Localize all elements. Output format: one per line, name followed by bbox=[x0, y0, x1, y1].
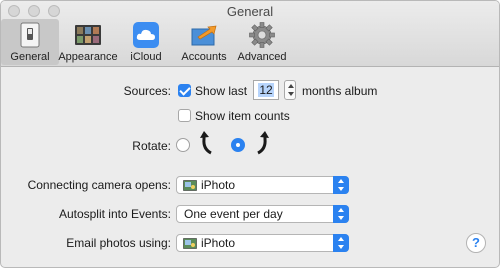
window-title: General bbox=[226, 4, 274, 19]
tab-icloud[interactable]: iCloud bbox=[117, 19, 175, 65]
autosplit-popup[interactable]: One event per day bbox=[176, 205, 349, 223]
help-button[interactable]: ? bbox=[466, 233, 486, 253]
icloud-icon bbox=[132, 21, 160, 49]
popup-arrows-icon bbox=[333, 176, 349, 194]
months-stepper[interactable] bbox=[284, 80, 296, 100]
months-count-field[interactable]: 12 bbox=[253, 80, 279, 100]
rotate-counterclockwise-icon bbox=[199, 129, 215, 158]
tab-general-label: General bbox=[10, 51, 50, 63]
email-photos-value: iPhoto bbox=[201, 236, 236, 250]
show-item-counts-label: Show item counts bbox=[195, 109, 290, 123]
camera-opens-popup[interactable]: iPhoto bbox=[176, 176, 349, 194]
iphoto-icon bbox=[183, 179, 197, 191]
tab-appearance-label: Appearance bbox=[58, 51, 118, 63]
tab-accounts-label: Accounts bbox=[181, 51, 227, 63]
accounts-icon bbox=[190, 21, 218, 49]
months-album-label: months album bbox=[302, 84, 378, 98]
iphoto-icon bbox=[183, 237, 197, 249]
preferences-toolbar: General Appearance iCloud Accounts Advan… bbox=[1, 19, 291, 67]
tab-advanced[interactable]: Advanced bbox=[233, 19, 291, 65]
sources-label: Sources: bbox=[123, 84, 171, 98]
show-last-label: Show last bbox=[195, 84, 248, 98]
tab-general[interactable]: General bbox=[1, 19, 59, 65]
autosplit-value: One event per day bbox=[184, 207, 283, 221]
general-switch-icon bbox=[16, 21, 44, 49]
tab-advanced-label: Advanced bbox=[237, 51, 287, 63]
rotate-label: Rotate: bbox=[132, 139, 171, 153]
tab-icloud-label: iCloud bbox=[130, 51, 162, 63]
title-toolbar-area: General General Appearance iCloud Accoun… bbox=[1, 1, 499, 67]
rotate-counterclockwise-radio[interactable] bbox=[176, 138, 190, 152]
rotate-clockwise-icon bbox=[254, 129, 270, 158]
email-photos-popup[interactable]: iPhoto bbox=[176, 234, 349, 252]
popup-arrows-icon bbox=[333, 234, 349, 252]
gear-icon bbox=[248, 21, 276, 49]
autosplit-label: Autosplit into Events: bbox=[58, 207, 171, 221]
tab-accounts[interactable]: Accounts bbox=[175, 19, 233, 65]
show-last-checkbox[interactable] bbox=[178, 84, 191, 97]
camera-opens-label: Connecting camera opens: bbox=[27, 178, 171, 192]
rotate-clockwise-radio[interactable] bbox=[231, 138, 245, 152]
camera-opens-value: iPhoto bbox=[201, 178, 236, 192]
show-item-counts-checkbox[interactable] bbox=[178, 109, 191, 122]
tab-appearance[interactable]: Appearance bbox=[58, 19, 118, 65]
email-photos-label: Email photos using: bbox=[66, 236, 171, 250]
preferences-window: General General Appearance iCloud Accoun… bbox=[0, 0, 500, 268]
popup-arrows-icon bbox=[333, 205, 349, 223]
appearance-icon bbox=[74, 21, 102, 49]
